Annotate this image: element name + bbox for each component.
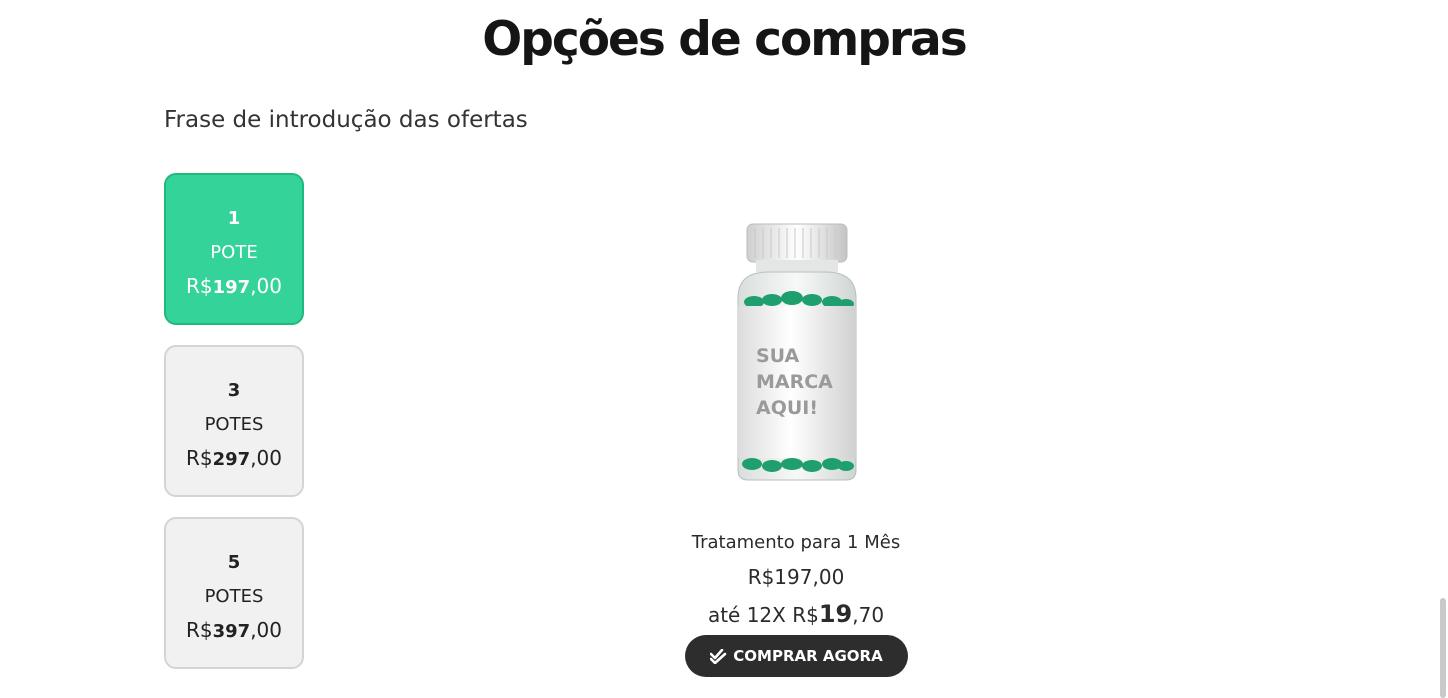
installment-cents: ,70	[852, 603, 885, 627]
installment-price: até 12X R$19,70	[596, 600, 996, 628]
price-cents: ,00	[250, 618, 282, 642]
option-qty: 5	[227, 552, 241, 573]
label-line-1: SUA	[756, 345, 800, 367]
label-line-2: MARCA	[756, 371, 833, 393]
buy-now-label: COMPRAR AGORA	[733, 647, 883, 665]
option-unit: POTES	[204, 586, 264, 607]
section-title: Opções de compras	[482, 12, 967, 67]
option-3-potes[interactable]: 3 POTES R$297,00	[164, 345, 304, 497]
option-1-pote[interactable]: 1 POTE R$197,00	[164, 173, 304, 325]
product-bottle-image: SUA MARCA AQUI!	[737, 223, 857, 481]
price-cents: ,00	[250, 446, 282, 470]
price-main: 397	[212, 621, 251, 642]
product-price: R$197,00	[747, 565, 845, 589]
buy-now-button[interactable]: COMPRAR AGORA	[685, 635, 908, 677]
price-main: 197	[212, 277, 251, 298]
installment-prefix: até 12X R$	[707, 603, 819, 627]
option-qty: 1	[227, 208, 241, 229]
option-price: R$297,00	[166, 446, 302, 470]
installment-main: 19	[818, 600, 853, 628]
option-unit: POTE	[210, 242, 258, 263]
option-5-potes[interactable]: 5 POTES R$397,00	[164, 517, 304, 669]
price-cents: ,00	[250, 274, 282, 298]
option-price: R$197,00	[166, 274, 302, 298]
product-name: Tratamento para 1 Mês	[691, 532, 901, 553]
label-line-3: AQUI!	[756, 397, 818, 419]
option-unit: POTES	[204, 414, 264, 435]
double-check-icon	[710, 648, 727, 664]
price-main: 297	[212, 449, 251, 470]
price-currency: R$	[185, 274, 213, 298]
price-currency: R$	[185, 618, 213, 642]
offers-intro: Frase de introdução das ofertas	[164, 107, 528, 133]
option-price: R$397,00	[166, 618, 302, 642]
price-currency: R$	[185, 446, 213, 470]
option-qty: 3	[227, 380, 241, 401]
page-scrollbar[interactable]	[1440, 598, 1446, 698]
